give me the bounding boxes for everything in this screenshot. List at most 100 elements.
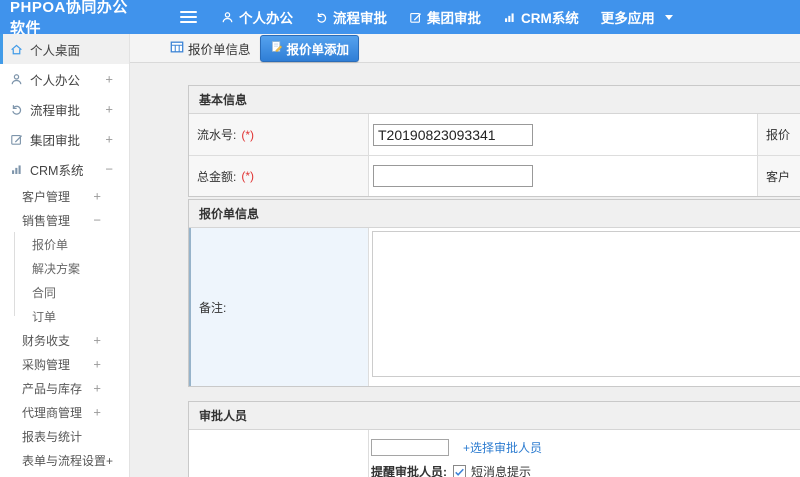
remind-approver-label: 提醒审批人员: [371,465,447,477]
sidebar-item-sales-management[interactable]: 销售管理 − [0,208,129,232]
approver-input[interactable] [371,439,449,456]
sidebar-item-label: 合同 [32,285,57,300]
sidebar-item-label: 财务收支 [22,333,71,348]
expand-plus-icon[interactable]: + [93,333,101,348]
sidebar-item-label: 报表与统计 [22,429,83,444]
field-label: 流水号: [197,128,237,142]
nav-group-approval[interactable]: 集团审批 [409,7,481,27]
nav-more-apps[interactable]: 更多应用 [601,7,673,27]
total-amount-label-cell: 总金额: (*) [189,156,369,196]
tab-label: 报价单添加 [286,42,350,57]
tab-quotation-info[interactable]: 报价单信息 [170,39,251,58]
sidebar-item-label: 产品与库存 [22,381,83,396]
nav-crm-system[interactable]: CRM系统 [503,7,579,27]
sidebar-item-order[interactable]: 订单 [0,304,129,328]
sidebar-item-solution[interactable]: 解决方案 [0,256,129,280]
user-icon [221,11,234,24]
flow-icon [315,11,328,24]
expand-plus-icon[interactable]: + [105,102,113,117]
main-content: 报价单信息 报价单添加 基本信息 流水号: (*) T2019082309334… [130,34,800,477]
sidebar-item-label: 代理商管理 [22,405,83,420]
expand-plus-icon[interactable]: + [93,357,101,372]
app-window: PHPOA协同办公软件 个人办公 流程审批 集团审批 CRM系统 更多应用 个人桌面 个人… [0,0,800,477]
collapse-minus-icon[interactable]: − [93,213,101,228]
sidebar-item-personal-office[interactable]: 个人办公 + [0,64,129,94]
tab-label: 报价单信息 [188,42,251,57]
field-label: 总金额: [197,169,237,184]
flow-icon [10,103,23,116]
sidebar-item-group-approval[interactable]: 集团审批 + [0,124,129,154]
section-title: 基本信息 [189,86,800,114]
check-icon [455,468,464,476]
nav-workflow-approval[interactable]: 流程审批 [315,7,387,27]
sidebar-item-crm-system[interactable]: CRM系统 − [0,154,129,184]
expand-plus-icon[interactable]: + [93,381,101,396]
sidebar-item-label: 报价单 [32,237,69,252]
sidebar-item-personal-desktop[interactable]: 个人桌面 [0,34,129,64]
total-amount-row: 总金额: (*) 客户 [189,155,800,196]
nav-personal-office[interactable]: 个人办公 [221,7,293,27]
section-title: 审批人员 [189,402,800,430]
field-label: 客户 [766,169,791,184]
section-approvers: 审批人员 设置审批人员: (*) +选择审批人员 提醒审批人员: [188,401,800,477]
quotation-add-form: 基本信息 流水号: (*) 报价 总金额: ( [188,85,800,477]
nav-label: CRM系统 [521,11,579,26]
chart-icon [10,163,23,176]
required-mark: (*) [241,169,255,183]
sidebar-item-product-inventory[interactable]: 产品与库存 + [0,376,129,400]
expand-plus-icon[interactable]: + [93,405,101,420]
expand-plus-icon[interactable]: + [93,189,101,204]
sidebar-item-label: 个人办公 [30,73,81,88]
total-amount-value-cell [369,156,758,196]
sidebar-item-label: 集团审批 [30,133,81,148]
sidebar: 个人桌面 个人办公 + 流程审批 + 集团审批 + CRM系统 − 客户管理 + 销售管理 − 报价单 解决… [0,34,130,477]
remark-textarea[interactable] [372,231,800,377]
section-basic-info: 基本信息 流水号: (*) 报价 总金额: ( [188,85,800,197]
choose-approver-link[interactable]: +选择审批人员 [463,439,542,456]
sidebar-item-purchase-management[interactable]: 采购管理 + [0,352,129,376]
collapse-minus-icon[interactable]: − [105,162,113,177]
sms-checkbox[interactable] [453,465,466,477]
sidebar-item-label: 订单 [32,309,57,324]
approver-row: 设置审批人员: (*) +选择审批人员 提醒审批人员: [189,430,800,477]
home-icon [10,43,23,56]
sidebar-item-label: 客户管理 [22,189,71,204]
edit-icon [10,133,23,146]
quote-label-cell-cut: 报价 [758,114,800,155]
sidebar-item-form-workflow-settings[interactable]: 表单与流程设置+ [0,448,129,472]
sidebar-item-contract[interactable]: 合同 [0,280,129,304]
tab-strip: 报价单信息 报价单添加 [130,34,800,63]
nav-label: 更多应用 [600,11,655,26]
sidebar-item-label: 采购管理 [22,357,71,372]
sidebar-item-label: 表单与流程设置+ [22,453,114,468]
top-nav: 个人办公 流程审批 集团审批 CRM系统 更多应用 [221,7,695,27]
sidebar-item-agent-management[interactable]: 代理商管理 + [0,400,129,424]
approver-value-cell: +选择审批人员 提醒审批人员: 短消息提示 注：流程第一步审批人员，这里选择你的… [369,430,800,477]
field-label: 备注: [199,300,227,315]
total-amount-input[interactable] [373,165,533,187]
tab-quotation-add[interactable]: 报价单添加 [259,34,360,62]
chart-icon [503,11,516,24]
serial-number-row: 流水号: (*) 报价 [189,114,800,155]
section-quotation-info: 报价单信息 备注: [188,199,800,387]
top-bar: PHPOA协同办公软件 个人办公 流程审批 集团审批 CRM系统 更多应用 [0,0,800,37]
nav-label: 集团审批 [427,11,481,26]
expand-plus-icon[interactable]: + [105,72,113,87]
expand-plus-icon[interactable]: + [105,132,113,147]
sidebar-item-label: 个人桌面 [30,43,81,58]
section-title: 报价单信息 [189,200,800,228]
sidebar-item-reports-statistics[interactable]: 报表与统计 [0,424,129,448]
sidebar-item-label: 解决方案 [32,261,81,276]
sidebar-item-workflow-approval[interactable]: 流程审批 + [0,94,129,124]
menu-icon[interactable] [180,8,197,26]
field-label: 报价 [766,128,791,142]
sidebar-item-quotation[interactable]: 报价单 [0,232,129,256]
serial-number-input[interactable] [373,123,533,146]
app-logo: PHPOA协同办公软件 [10,0,128,37]
nav-label: 流程审批 [333,11,387,26]
serial-number-value-cell [369,114,758,155]
customer-label-cell-cut: 客户 [758,156,800,196]
sidebar-item-finance[interactable]: 财务收支 + [0,328,129,352]
page-edit-icon [270,40,283,56]
sidebar-item-customer-management[interactable]: 客户管理 + [0,184,129,208]
